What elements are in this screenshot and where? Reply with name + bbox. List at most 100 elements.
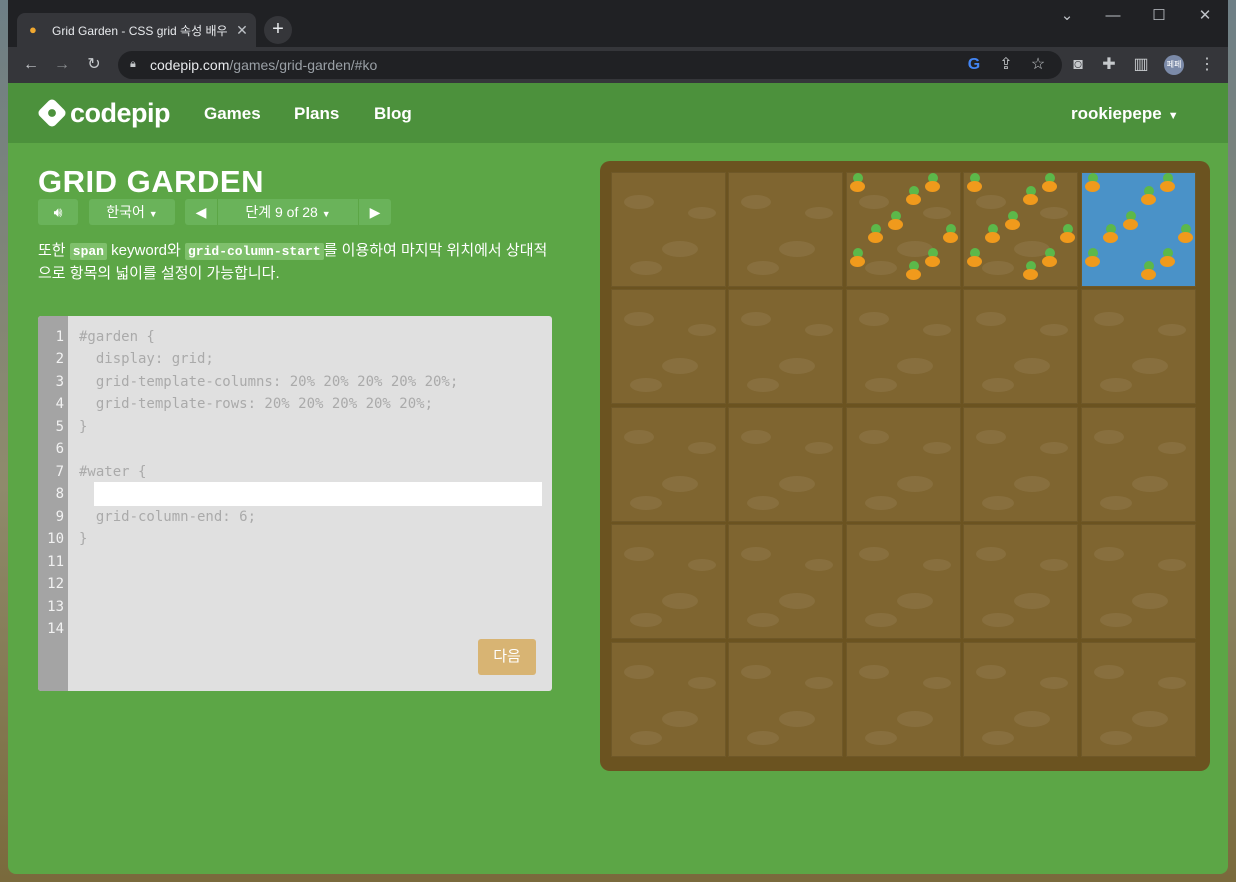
- language-select[interactable]: 한국어 ▼: [89, 199, 175, 225]
- next-button[interactable]: 다음: [478, 639, 536, 675]
- soil-texture: [662, 358, 698, 374]
- share-icon[interactable]: ⇪: [995, 54, 1017, 76]
- carrot-root: [925, 181, 941, 192]
- carrot-icon: [1002, 173, 1040, 211]
- speaker-icon: 🔊︎: [53, 204, 63, 220]
- reload-icon[interactable]: ↻: [83, 54, 105, 76]
- menu-icon[interactable]: ⋮: [1196, 54, 1218, 76]
- garden-cell: [963, 289, 1078, 404]
- nav-games[interactable]: Games: [204, 103, 261, 125]
- carrot-icon: [964, 211, 1002, 249]
- soil-texture: [1040, 442, 1068, 454]
- side-panel-icon[interactable]: ▥: [1130, 54, 1152, 76]
- line-number: 9: [55, 509, 64, 525]
- carrot-root: [1160, 181, 1176, 192]
- carrot-icon: [1082, 211, 1120, 249]
- nav-plans[interactable]: Plans: [294, 103, 339, 125]
- nav-blog[interactable]: Blog: [374, 103, 412, 125]
- soil-texture: [859, 430, 889, 444]
- back-icon[interactable]: ←: [20, 54, 42, 76]
- soil-texture: [1158, 677, 1186, 689]
- line-number: 10: [47, 531, 64, 547]
- carrot-root: [925, 256, 941, 268]
- bookmark-star-icon[interactable]: ☆: [1027, 54, 1049, 76]
- address-bar[interactable]: 🔒︎ codepip.com/games/grid-garden/#ko G ⇪…: [118, 51, 1062, 79]
- line-number: 2: [55, 351, 64, 367]
- soil-texture: [1014, 476, 1050, 492]
- soil-texture: [976, 312, 1006, 326]
- soil-texture: [897, 476, 933, 492]
- soil-texture: [779, 241, 815, 257]
- code-line: grid-template-rows: 20% 20% 20% 20% 20%;: [79, 396, 434, 412]
- soil-texture: [688, 559, 716, 571]
- carrot-root: [1140, 194, 1156, 205]
- soil-texture: [923, 442, 951, 454]
- level-select[interactable]: 단계 9 of 28 ▼: [218, 199, 358, 225]
- carrot-root: [1122, 218, 1138, 230]
- carrot-icon: [1157, 170, 1195, 211]
- soil-texture: [865, 731, 897, 745]
- camera-icon[interactable]: ◙: [1067, 54, 1089, 76]
- soil-texture: [982, 731, 1014, 745]
- line-number: 13: [47, 599, 64, 615]
- carrot-icon: [885, 173, 923, 211]
- soil-texture: [897, 711, 933, 727]
- carrot-patch: [847, 170, 960, 286]
- soil-texture: [630, 378, 662, 392]
- soil-texture: [779, 358, 815, 374]
- carrot-icon: [922, 211, 960, 249]
- garden-cell: [728, 172, 843, 287]
- browser-window: ● Grid Garden - CSS grid 속성 배우기 ✕ + ⌄ — …: [8, 0, 1228, 874]
- soil-texture: [624, 547, 654, 561]
- soil-texture: [624, 665, 654, 679]
- google-icon[interactable]: G: [963, 54, 985, 76]
- close-window-button[interactable]: ✕: [1190, 6, 1220, 26]
- carrot-icon: ●: [29, 22, 37, 37]
- carrot-icon: [847, 246, 885, 286]
- soil-texture: [747, 613, 779, 627]
- next-level-button[interactable]: ▶: [359, 199, 391, 225]
- garden-cell: [846, 289, 961, 404]
- extensions-icon[interactable]: ✚: [1098, 54, 1120, 76]
- soil-texture: [976, 665, 1006, 679]
- carrot-icon: [1157, 211, 1195, 249]
- browser-tab[interactable]: ● Grid Garden - CSS grid 속성 배우기 ✕: [17, 13, 256, 47]
- soil-texture: [630, 613, 662, 627]
- soil-texture: [624, 430, 654, 444]
- carrot-root: [1042, 256, 1058, 268]
- chevron-down-icon[interactable]: ⌄: [1052, 6, 1082, 26]
- lock-icon: 🔒︎: [130, 58, 136, 70]
- garden-cell: [1081, 524, 1196, 639]
- caret-down-icon: ▼: [321, 209, 331, 219]
- soil-texture: [662, 711, 698, 727]
- sound-button[interactable]: 🔊︎: [38, 199, 78, 225]
- user-menu[interactable]: rookiepepe ▼: [1071, 103, 1179, 127]
- garden-cell: [611, 289, 726, 404]
- avatar[interactable]: 페페: [1164, 55, 1184, 75]
- soil-texture: [741, 430, 771, 444]
- code-line: grid-column-end: 6;: [79, 509, 257, 525]
- language-label: 한국어: [106, 204, 145, 220]
- soil-texture: [779, 476, 815, 492]
- soil-texture: [662, 593, 698, 609]
- maximize-button[interactable]: ☐: [1144, 6, 1174, 26]
- game-area: GRID GARDEN 🔊︎ 한국어 ▼ ◀ 단계 9 of 28 ▼ ▶ 또한…: [8, 143, 1228, 874]
- username: rookiepepe: [1071, 104, 1162, 123]
- soil-texture: [982, 613, 1014, 627]
- garden-cell: [611, 172, 726, 287]
- close-tab-icon[interactable]: ✕: [233, 21, 251, 39]
- line-number: 1: [55, 329, 64, 345]
- soil-texture: [897, 358, 933, 374]
- soil-texture: [1014, 358, 1050, 374]
- carrot-icon: [1120, 173, 1158, 211]
- soil-texture: [923, 324, 951, 336]
- css-input[interactable]: [94, 482, 542, 506]
- carrot-root: [1022, 194, 1038, 205]
- forward-icon[interactable]: →: [51, 54, 73, 76]
- soil-texture: [624, 312, 654, 326]
- prev-level-button[interactable]: ◀: [185, 199, 217, 225]
- minimize-button[interactable]: —: [1098, 6, 1128, 26]
- garden-cell: [963, 407, 1078, 522]
- new-tab-button[interactable]: +: [264, 16, 292, 44]
- url-text: codepip.com/games/grid-garden/#ko: [150, 57, 378, 73]
